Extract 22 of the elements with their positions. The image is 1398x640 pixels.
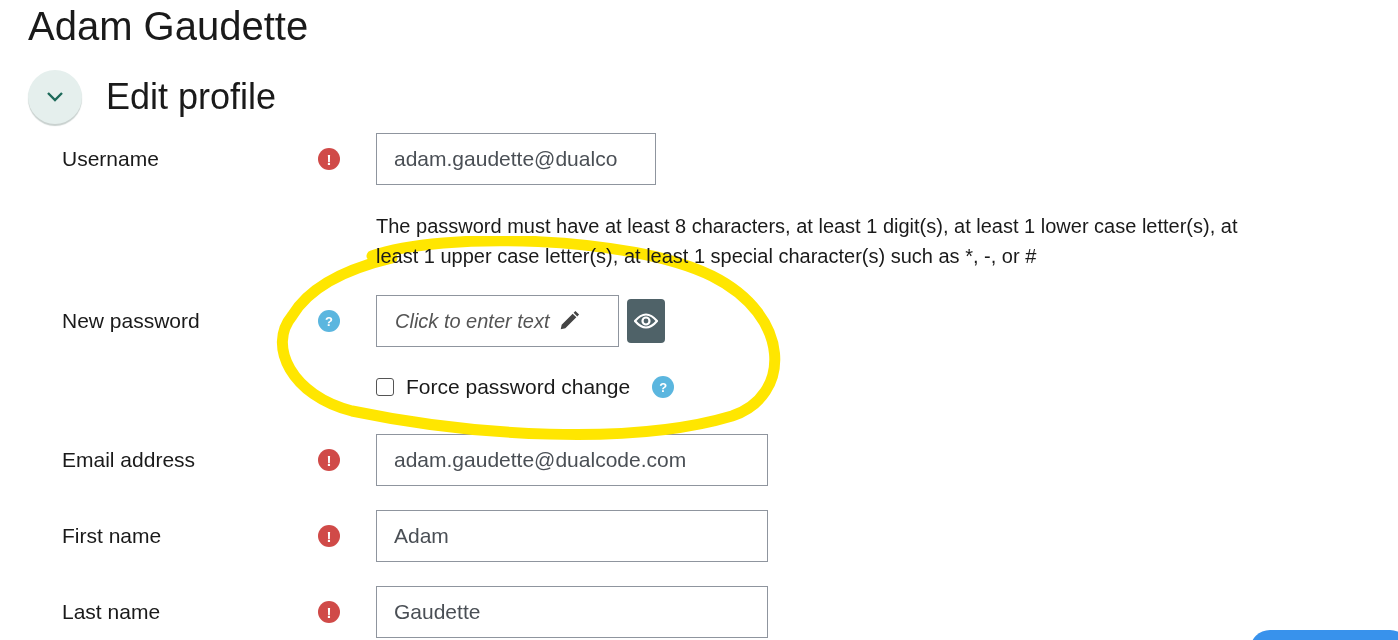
required-icon: !: [318, 525, 340, 547]
text-input-field[interactable]: Adam: [376, 510, 768, 562]
required-icon: !: [318, 601, 340, 623]
password-input-field[interactable]: Click to enter text: [376, 295, 619, 347]
section-title: Edit profile: [106, 76, 277, 118]
required-icon: !: [318, 148, 340, 170]
field-label: Email address: [62, 448, 197, 472]
checkbox[interactable]: [376, 378, 394, 396]
field-label: First name: [62, 524, 163, 548]
chevron-icon: [45, 91, 65, 103]
field-label: Last name: [62, 600, 162, 624]
text-input-field[interactable]: adam.gaudette@dualcode.com: [376, 434, 768, 486]
text-input-field[interactable]: adam.gaudette@dualco: [376, 133, 656, 185]
collapse-toggle[interactable]: [28, 70, 82, 124]
page-title: Adam Gaudette: [27, 3, 310, 48]
required-icon: !: [318, 449, 340, 471]
field-label: Username: [62, 147, 160, 171]
checkbox-label: Force password change: [406, 375, 631, 399]
text-input-field[interactable]: Gaudette: [376, 586, 768, 638]
eye-icon: [634, 312, 658, 330]
field-label: New password: [62, 309, 201, 333]
show-password-button[interactable]: [627, 299, 665, 343]
